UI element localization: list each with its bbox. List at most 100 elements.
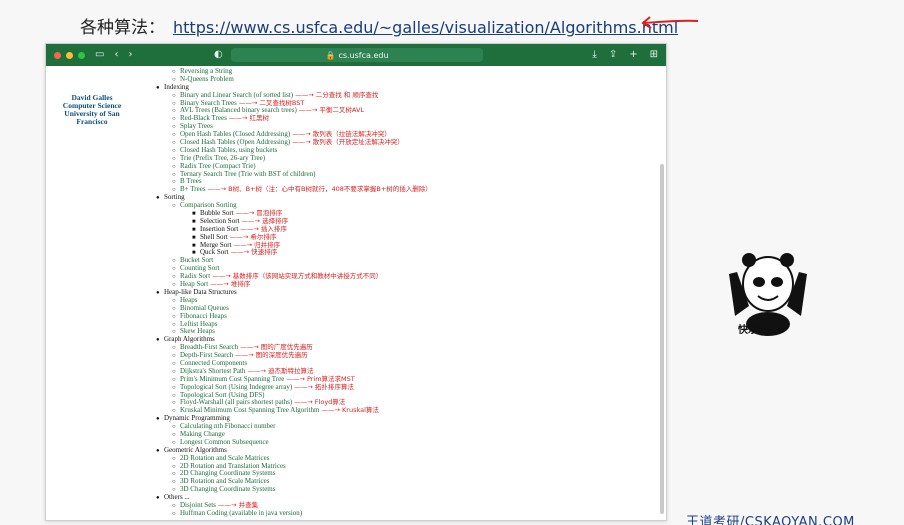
list-item: ○ B+ Trees ——→ B树、B+树（注：心中有B树就行，408不要求掌握B… xyxy=(156,185,646,194)
list-item-label[interactable]: 3D Changing Coordinate Systems xyxy=(180,485,275,493)
browser-toolbar: ▭ ‹ › ◐ 🔒 cs.usfca.edu ⤓ ⇪ + ⊞ xyxy=(46,44,666,66)
list-item: ■ Quck Sort ——→ 快速排序 xyxy=(156,249,646,257)
list-item: ○ Skew Heaps xyxy=(156,327,646,336)
annotation-arrow-icon: ——→ xyxy=(239,216,263,225)
window-controls xyxy=(54,51,85,59)
list-item-label[interactable]: Comparison Sorting xyxy=(180,201,237,209)
annotation-note: 散列表（开放定址法解决冲突） xyxy=(312,138,404,147)
list-item: ○ Huffman Coding (available in java versi… xyxy=(156,509,646,518)
list-item-label[interactable]: Calculating nth Fibonacci number xyxy=(180,422,275,430)
annotation-arrow-icon: ——→ xyxy=(205,185,229,194)
list-item-label[interactable]: Skew Heaps xyxy=(180,327,215,335)
annotation-note: 堆排序 xyxy=(230,280,251,289)
list-item-label[interactable]: Bucket Sort xyxy=(180,256,213,264)
tab-overview-icon[interactable]: ⊞ xyxy=(650,44,658,66)
heading-arrow-icon xyxy=(641,16,699,29)
author-sidebar: David Galles Computer Science University… xyxy=(54,94,130,126)
annotation-note: 基数排序（该网站实现方式和教材中讲授方式不同） xyxy=(232,272,383,281)
sidebar-toggle-icon[interactable]: ▭ xyxy=(95,44,104,66)
list-item-label[interactable]: Closed Hash Tables, using buckets xyxy=(180,146,277,154)
lock-icon: 🔒 xyxy=(325,50,336,60)
list-item-label[interactable]: Fibonacci Heaps xyxy=(180,312,227,320)
list-item-label: Indexing xyxy=(164,82,189,91)
list-item-label[interactable]: N-Queens Problem xyxy=(180,75,234,83)
annotation-arrow-icon: ——→ xyxy=(292,382,315,391)
annotation-arrow-icon: ——→ xyxy=(233,351,256,360)
annotation-arrow-icon: ——→ xyxy=(226,114,250,123)
annotation-arrow-icon: ——→ xyxy=(233,209,257,218)
list-item-label[interactable]: 2D Rotation and Translation Matrices xyxy=(180,462,286,470)
list-item-label[interactable]: Leftist Heaps xyxy=(180,320,218,328)
list-item-label: Sorting xyxy=(164,193,185,202)
annotation-note: 红黑树 xyxy=(249,114,269,123)
list-item-label[interactable]: Quck Sort xyxy=(200,248,229,257)
address-bar[interactable]: 🔒 cs.usfca.edu xyxy=(231,48,483,62)
list-item-label[interactable]: Heaps xyxy=(180,296,198,304)
list-item-label[interactable]: Open Hash Tables (Closed Addressing) xyxy=(180,130,290,138)
list-item-label[interactable]: Topological Sort (Using Indegree array) xyxy=(180,383,292,391)
list-item-label[interactable]: Trie (Prefix Tree, 26-ary Tree) xyxy=(180,154,265,162)
list-item-label[interactable]: Heap Sort xyxy=(180,280,208,288)
list-item: ○ Red-Black Trees ——→ 红黑树 xyxy=(156,114,646,123)
close-window-icon[interactable] xyxy=(54,51,61,59)
share-icon[interactable]: ⇪ xyxy=(609,44,617,66)
list-item-label: Others ... xyxy=(164,493,190,502)
annotation-note: 拓扑排序算法 xyxy=(314,382,354,391)
list-item-label[interactable]: Connected Components xyxy=(180,359,247,367)
new-tab-icon[interactable]: + xyxy=(629,44,637,66)
annotation-arrow-icon: ——→ xyxy=(227,232,251,241)
list-item: ○ Leftist Heaps xyxy=(156,320,646,329)
annotation-note: 迪杰斯特拉算法 xyxy=(268,366,314,375)
list-item-label[interactable]: Longest Common Subsequence xyxy=(180,438,269,446)
algorithm-list: ○ Reversing a String ○ N-Queens Problem ● Ind… xyxy=(156,68,646,520)
privacy-shield-icon[interactable]: ◐ xyxy=(214,44,223,66)
back-icon[interactable]: ‹ xyxy=(114,44,118,66)
list-item-label: Geometric Algorithms xyxy=(164,445,227,454)
list-item-label[interactable]: Binary and Linear Search (of sorted list… xyxy=(180,91,293,99)
forward-icon[interactable]: › xyxy=(128,44,132,66)
list-item-label[interactable]: Bubble Sort xyxy=(200,209,234,217)
list-item-label[interactable]: Selection Sort xyxy=(200,217,239,225)
list-item-label[interactable]: B+ Trees xyxy=(180,185,206,193)
meme-caption: 快乐！！！ xyxy=(738,325,788,336)
annotation-note: 二分查找 和 顺序查找 xyxy=(315,90,379,99)
list-item: ○ 3D Changing Coordinate Systems xyxy=(156,485,646,494)
list-item-label[interactable]: 3D Rotation and Scale Matrices xyxy=(180,477,269,485)
algorithms-link[interactable]: https://www.cs.usfca.edu/~galles/visuali… xyxy=(173,18,678,37)
list-item-label[interactable]: Depth-First Search xyxy=(180,351,233,359)
list-item-label[interactable]: Making Change xyxy=(180,430,225,438)
annotation-arrow-icon: ——→ xyxy=(208,280,231,289)
download-icon[interactable]: ⤓ xyxy=(592,44,596,66)
list-item-label[interactable]: Binomial Queues xyxy=(180,304,229,312)
annotation-note: 图的深度优先遍历 xyxy=(255,351,308,360)
slide: 各种算法： https://www.cs.usfca.edu/~galles/vi… xyxy=(0,0,904,525)
annotation-note: Kruskal算法 xyxy=(342,406,379,415)
minimize-window-icon[interactable] xyxy=(66,51,73,59)
annotation-arrow-icon: ——→ xyxy=(290,130,313,139)
list-item-label[interactable]: Shell Sort xyxy=(200,233,228,241)
list-item-label[interactable]: Red-Black Trees xyxy=(180,114,227,122)
list-item-label[interactable]: Dijkstra's Shortest Path xyxy=(180,367,245,375)
list-item-label[interactable]: Insertion Sort xyxy=(200,225,238,233)
annotation-note: 选择排序 xyxy=(262,216,289,225)
list-item-label[interactable]: 2D Rotation and Scale Matrices xyxy=(180,454,269,462)
annotation-arrow-icon: ——→ xyxy=(290,138,313,147)
list-item-label[interactable]: Ternary Search Tree (Trie with BST of ch… xyxy=(180,170,315,178)
list-item: ○ N-Queens Problem xyxy=(156,75,646,84)
list-item-label[interactable]: 2D Changing Coordinate Systems xyxy=(180,469,275,477)
list-item-label[interactable]: Kruskal Minimum Cost Spanning Tree Algor… xyxy=(180,406,319,414)
slide-heading: 各种算法： https://www.cs.usfca.edu/~galles/vi… xyxy=(80,13,678,38)
list-item-label[interactable]: Disjoint Sets xyxy=(180,501,216,509)
list-item-label[interactable]: Huffman Coding (available in java versio… xyxy=(180,509,302,517)
list-item: ○ Heaps xyxy=(156,296,646,305)
scrollbar[interactable] xyxy=(660,164,664,514)
list-item-label[interactable]: Closed Hash Tables (Open Addressing) xyxy=(180,138,290,146)
list-item-label[interactable]: Radix Sort xyxy=(180,272,210,280)
zoom-window-icon[interactable] xyxy=(78,51,85,59)
list-item-label: Dynamic Programming xyxy=(164,414,230,423)
list-item-label[interactable]: Prim's Minimum Cost Spanning Tree xyxy=(180,375,284,383)
list-item-label[interactable]: Breadth-First Search xyxy=(180,343,238,351)
list-item-label[interactable]: Radix Tree (Compact Trie) xyxy=(180,162,256,170)
annotation-arrow-icon: ——→ xyxy=(238,343,261,352)
list-item: ● Heap-like Data Structures xyxy=(156,288,646,297)
